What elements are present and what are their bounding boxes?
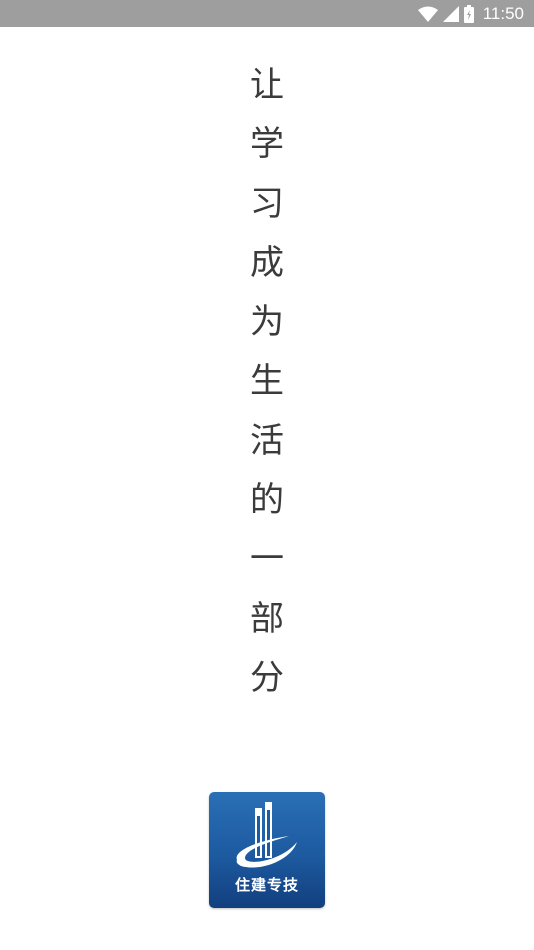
slogan-char: 部 [250,598,284,639]
slogan-char: 的 [250,480,284,521]
slogan-char: 习 [250,183,284,224]
app-logo: 住建专技 [209,792,325,908]
status-bar: 11:50 [0,0,534,27]
app-logo-text: 住建专技 [234,876,299,894]
slogan-char: 学 [250,124,284,165]
status-time: 11:50 [482,4,524,23]
slogan-char: 成 [250,242,284,283]
slogan-char: 生 [250,361,284,402]
slogan-char: 活 [250,420,284,461]
splash-slogan: 让 学 习 成 为 生 活 的 一 部 分 [237,56,297,708]
wifi-icon [417,6,438,22]
status-icons: 11:50 [417,0,524,27]
slogan-char: 让 [250,65,284,105]
building-logo-icon [236,802,297,868]
cell-signal-icon [442,5,459,22]
slogan-char: 分 [250,657,284,698]
battery-icon [463,4,474,23]
slogan-char: 一 [250,539,284,580]
slogan-char: 为 [250,302,284,343]
